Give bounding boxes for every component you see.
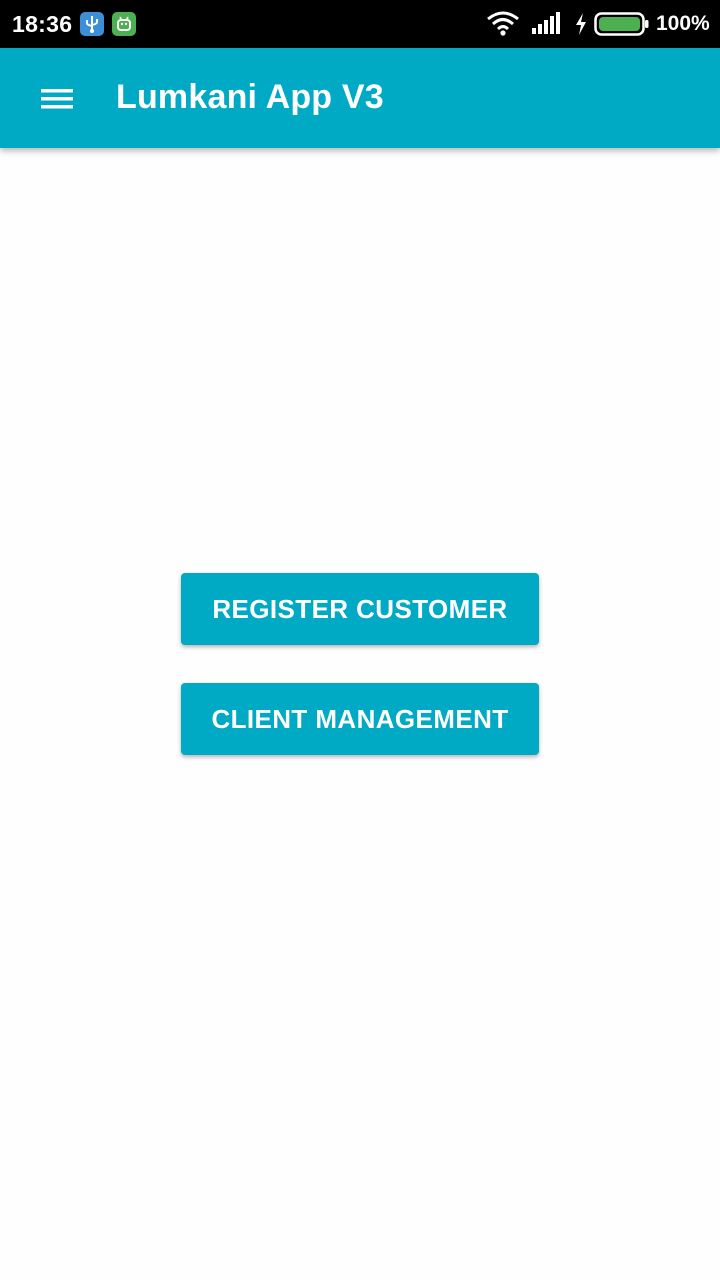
wifi-icon	[486, 11, 520, 42]
app-bar: Lumkani App V3	[0, 48, 720, 148]
battery-icon	[594, 12, 650, 41]
signal-icon	[530, 12, 564, 41]
menu-button[interactable]	[26, 74, 88, 122]
main-content: REGISTER CUSTOMER CLIENT MANAGEMENT	[0, 148, 720, 1280]
android-icon	[112, 12, 136, 36]
status-time: 18:36	[12, 11, 73, 37]
register-customer-button[interactable]: REGISTER CUSTOMER	[181, 573, 539, 645]
menu-icon	[41, 89, 73, 109]
usb-debug-icon	[80, 12, 104, 36]
battery-percentage: 100%	[656, 12, 710, 35]
status-bar: 18:36 100%	[0, 0, 720, 48]
screen: 18:36 100% Lumkani App V3 REGISTER CUSTO…	[0, 0, 720, 1280]
app-title: Lumkani App V3	[116, 78, 384, 116]
client-management-button[interactable]: CLIENT MANAGEMENT	[181, 683, 539, 755]
charging-icon	[574, 13, 588, 40]
